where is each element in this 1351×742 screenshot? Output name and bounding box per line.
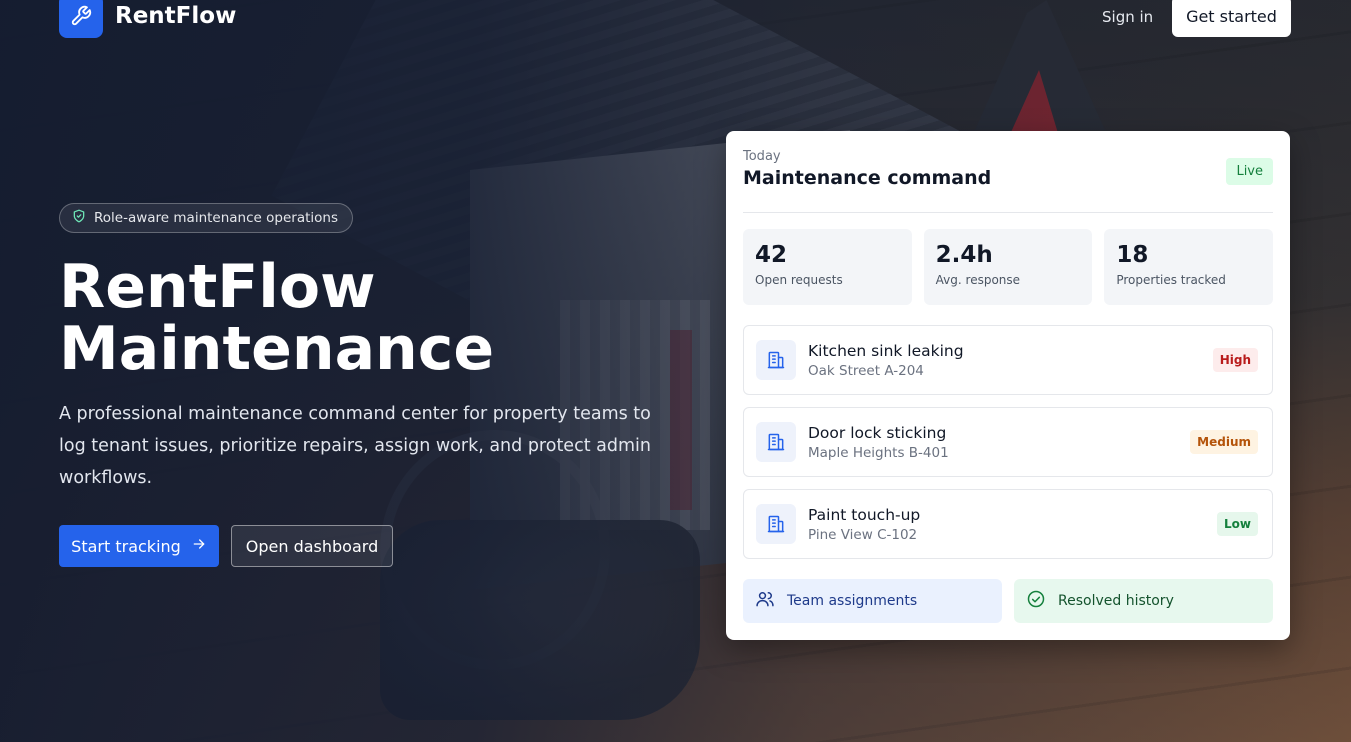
start-tracking-label: Start tracking — [71, 536, 181, 556]
check-circle-icon — [1026, 589, 1046, 613]
hero-description: A professional maintenance command cente… — [59, 404, 651, 488]
priority-badge: High — [1212, 348, 1258, 372]
stat-properties-tracked: 18 Properties tracked — [1104, 229, 1274, 305]
request-location: Maple Heights B-401 — [808, 444, 949, 461]
stats-row: 42 Open requests 2.4h Avg. response 18 P… — [743, 229, 1274, 305]
card-eyebrow: Today — [743, 149, 781, 164]
feature-pill-label: Role-aware maintenance operations — [94, 210, 338, 226]
request-list: Kitchen sink leaking Oak Street A-204 Hi… — [743, 325, 1273, 559]
request-item[interactable]: Paint touch-up Pine View C-102 Low — [743, 489, 1273, 559]
stat-value: 2.4h — [935, 242, 993, 268]
request-title: Door lock sticking — [808, 423, 947, 442]
team-assignments-button[interactable]: Team assignments — [743, 579, 1002, 623]
live-status-badge: Live — [1226, 158, 1273, 185]
shield-check-icon — [72, 209, 86, 227]
open-dashboard-button[interactable]: Open dashboard — [231, 525, 393, 567]
arrow-right-icon — [191, 536, 207, 556]
stat-value: 18 — [1116, 242, 1149, 268]
hero-title: RentFlow Maintenance — [59, 256, 679, 380]
building-icon — [756, 504, 796, 544]
stat-avg-response: 2.4h Avg. response — [923, 229, 1093, 305]
stat-value: 42 — [755, 242, 788, 268]
stat-label: Open requests — [755, 273, 843, 287]
start-tracking-button[interactable]: Start tracking — [59, 525, 219, 567]
card-title: Maintenance command — [743, 167, 992, 189]
stat-label: Properties tracked — [1116, 273, 1226, 287]
hero-title-line-1: RentFlow — [59, 252, 376, 322]
request-item[interactable]: Kitchen sink leaking Oak Street A-204 Hi… — [743, 325, 1273, 395]
priority-badge: Low — [1217, 512, 1258, 536]
stat-label: Avg. response — [935, 273, 1021, 287]
request-location: Oak Street A-204 — [808, 362, 924, 379]
users-icon — [755, 589, 775, 613]
sign-in-link[interactable]: Sign in — [1102, 8, 1153, 26]
top-nav: RentFlow Sign in Get started — [0, 0, 1351, 40]
request-title: Kitchen sink leaking — [808, 341, 964, 360]
request-location: Pine View C-102 — [808, 526, 918, 543]
hero-title-line-2: Maintenance — [59, 314, 495, 384]
building-icon — [756, 340, 796, 380]
building-icon — [756, 422, 796, 462]
wrench-icon — [59, 0, 103, 38]
card-actions: Team assignments Resolved history — [743, 579, 1273, 623]
request-item[interactable]: Door lock sticking Maple Heights B-401 M… — [743, 407, 1273, 477]
resolved-history-button[interactable]: Resolved history — [1014, 579, 1273, 623]
brand-logo[interactable]: RentFlow — [59, 0, 236, 38]
team-assignments-label: Team assignments — [787, 593, 918, 609]
brand-name: RentFlow — [115, 3, 237, 29]
card-header: Today Maintenance command Live — [743, 149, 1273, 213]
request-title: Paint touch-up — [808, 505, 921, 524]
stat-open-requests: 42 Open requests — [743, 229, 912, 305]
maintenance-command-card: Today Maintenance command Live 42 Open r… — [726, 131, 1290, 640]
resolved-history-label: Resolved history — [1058, 593, 1174, 609]
feature-pill: Role-aware maintenance operations — [59, 203, 353, 233]
get-started-button[interactable]: Get started — [1172, 0, 1291, 37]
priority-badge: Medium — [1190, 430, 1258, 454]
